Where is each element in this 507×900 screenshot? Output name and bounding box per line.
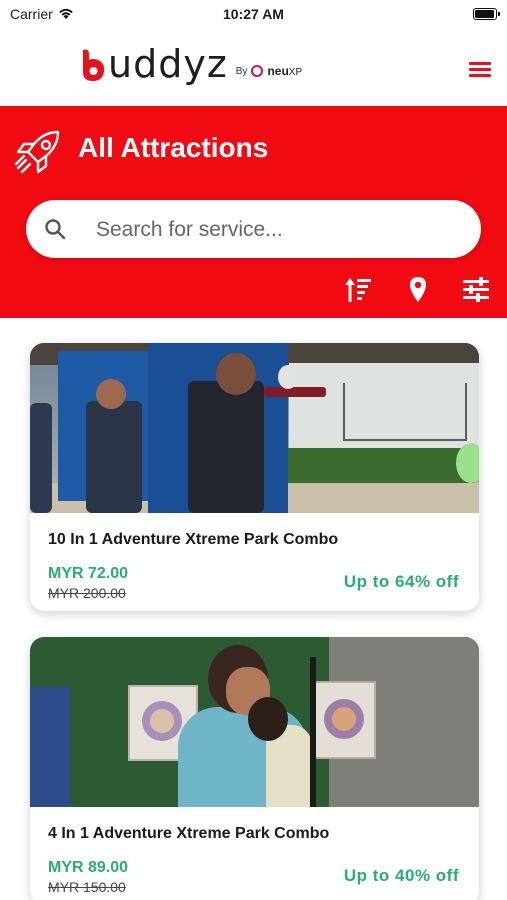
battery-icon bbox=[473, 8, 500, 20]
search-bar[interactable] bbox=[26, 200, 481, 258]
search-icon[interactable] bbox=[44, 218, 66, 240]
discount-badge: Up to 40% off bbox=[343, 866, 459, 885]
page-title: All Attractions bbox=[78, 132, 269, 163]
buddyz-logo[interactable]: uddyz By neuXP bbox=[80, 42, 302, 86]
list-actions bbox=[345, 276, 491, 304]
status-time: 10:27 AM bbox=[223, 6, 284, 22]
app-header: uddyz By neuXP bbox=[0, 30, 507, 106]
neuxp-mark-icon bbox=[251, 65, 264, 77]
filter-sliders-icon[interactable] bbox=[461, 276, 491, 304]
location-pin-icon[interactable] bbox=[403, 276, 433, 304]
attraction-card[interactable]: 10 In 1 Adventure Xtreme Park Combo MYR … bbox=[30, 343, 479, 611]
sort-icon[interactable] bbox=[345, 276, 375, 304]
hamburger-menu-icon[interactable] bbox=[469, 62, 491, 78]
status-bar: Carrier 10:27 AM bbox=[0, 0, 507, 30]
logo-b-mark-icon bbox=[83, 49, 105, 81]
attraction-title: 4 In 1 Adventure Xtreme Park Combo bbox=[48, 825, 330, 842]
attraction-original-price: MYR 150.00 bbox=[48, 879, 126, 895]
neuxp-brand: neuXP bbox=[267, 64, 302, 78]
logo-by: By neuXP bbox=[236, 64, 302, 78]
attractions-list: 10 In 1 Adventure Xtreme Park Combo MYR … bbox=[0, 318, 507, 900]
attraction-original-price: MYR 200.00 bbox=[48, 585, 126, 601]
hero-banner: All Attractions bbox=[0, 106, 507, 318]
rocket-icon bbox=[14, 130, 60, 174]
discount-badge: Up to 64% off bbox=[343, 572, 459, 591]
attraction-card[interactable]: 4 In 1 Adventure Xtreme Park Combo MYR 8… bbox=[30, 637, 479, 900]
xp-label: XP bbox=[288, 67, 303, 78]
attraction-price: MYR 89.00 bbox=[48, 859, 129, 876]
attraction-photo bbox=[30, 343, 479, 513]
logo-by-label: By bbox=[235, 65, 248, 77]
attraction-photo bbox=[30, 637, 479, 807]
logo-text: uddyz bbox=[108, 42, 228, 86]
neu-label: neu bbox=[267, 64, 289, 78]
attraction-price: MYR 72.00 bbox=[48, 565, 129, 582]
attraction-title: 10 In 1 Adventure Xtreme Park Combo bbox=[48, 531, 339, 548]
search-input[interactable] bbox=[94, 212, 458, 248]
